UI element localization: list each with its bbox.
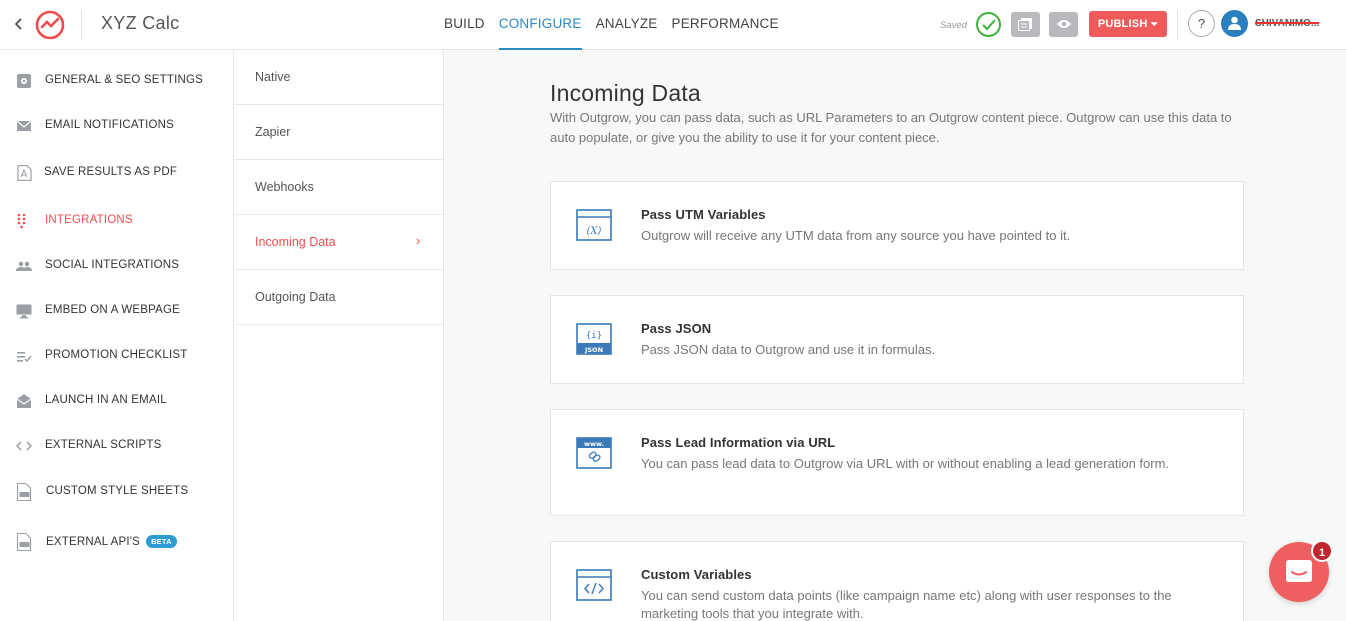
sidebar-item-launch-email[interactable]: LAUNCH IN AN EMAIL bbox=[0, 386, 234, 416]
open-envelope-icon bbox=[16, 394, 32, 408]
page-description: With Outgrow, you can pass data, such as… bbox=[550, 110, 1232, 145]
chevron-down-icon: ⏷ bbox=[1150, 19, 1159, 29]
icon-text: www. bbox=[584, 440, 604, 448]
sidebar-item-custom-style-sheets[interactable]: CUSTOM STYLE SHEETS bbox=[0, 477, 234, 507]
monitor-icon bbox=[16, 304, 32, 319]
sidebar-item-text: EXTERNAL API'S bbox=[46, 536, 141, 548]
sidebar-item-embed-webpage[interactable]: EMBED ON A WEBPAGE bbox=[0, 296, 234, 326]
pages-button[interactable] bbox=[1011, 12, 1040, 37]
main-content: Incoming Data With Outgrow, you can pass… bbox=[445, 50, 1346, 621]
www-link-icon: www. bbox=[576, 437, 612, 469]
page-title: Incoming Data bbox=[550, 80, 701, 106]
sidebar-item-save-pdf[interactable]: SAVE RESULTS AS PDF bbox=[0, 158, 234, 188]
username[interactable]: SHIVANIMO... bbox=[1255, 18, 1319, 29]
sidebar-item-label: EXTERNAL API'S BETA bbox=[46, 535, 177, 548]
sidebar-item-general-seo[interactable]: GENERAL & SEO SETTINGS bbox=[0, 66, 234, 96]
sidebar-item-external-apis[interactable]: EXTERNAL API'S BETA bbox=[0, 527, 234, 557]
chat-icon bbox=[1286, 560, 1312, 582]
settings-icon bbox=[17, 74, 31, 88]
icon-caption: JSON bbox=[584, 346, 603, 354]
card-title: Pass Lead Information via URL bbox=[641, 435, 836, 450]
check-circle-icon bbox=[976, 12, 1001, 37]
dots-grid-icon bbox=[17, 213, 26, 229]
json-icon: {i} JSON bbox=[576, 323, 612, 355]
pdf-icon bbox=[17, 165, 32, 181]
card-pass-utm[interactable]: (X) Pass UTM Variables Outgrow will rece… bbox=[550, 181, 1244, 270]
sidebar-item-label: SOCIAL INTEGRATIONS bbox=[45, 259, 180, 271]
subnav-label: Webhooks bbox=[255, 180, 314, 194]
divider bbox=[81, 10, 82, 40]
sidebar-item-promotion-checklist[interactable]: PROMOTION CHECKLIST bbox=[0, 341, 234, 371]
people-icon bbox=[16, 261, 32, 271]
chevron-right-icon: › bbox=[416, 233, 421, 248]
preview-button[interactable] bbox=[1049, 12, 1078, 37]
sidebar-item-social-integrations[interactable]: SOCIAL INTEGRATIONS bbox=[0, 251, 234, 281]
css-file-icon bbox=[16, 483, 32, 501]
card-description: Pass JSON data to Outgrow and use it in … bbox=[641, 342, 936, 357]
card-custom-variables[interactable]: Custom Variables You can send custom dat… bbox=[550, 541, 1244, 621]
icon-text: (X) bbox=[587, 226, 602, 237]
chevron-left-icon[interactable] bbox=[12, 14, 26, 34]
card-description: You can pass lead data to Outgrow via UR… bbox=[641, 456, 1170, 471]
sidebar-item-integrations[interactable]: INTEGRATIONS bbox=[0, 206, 234, 236]
subnav-item-incoming-data[interactable]: Incoming Data › bbox=[235, 215, 444, 270]
beta-badge: BETA bbox=[146, 535, 177, 548]
subnav-item-outgoing-data[interactable]: Outgoing Data bbox=[235, 270, 444, 325]
code-icon bbox=[16, 441, 32, 451]
subnav-item-native[interactable]: Native bbox=[235, 50, 444, 105]
sidebar-item-label: PROMOTION CHECKLIST bbox=[45, 349, 188, 361]
tab-configure[interactable]: CONFIGURE bbox=[498, 0, 582, 50]
sidebar-item-label: EMBED ON A WEBPAGE bbox=[45, 304, 181, 316]
sidebar-item-email-notifications[interactable]: EMAIL NOTIFICATIONS bbox=[0, 111, 234, 141]
eye-icon bbox=[1057, 20, 1071, 28]
publish-label: PUBLISH bbox=[1097, 18, 1148, 30]
outgrow-logo-icon[interactable] bbox=[33, 8, 67, 42]
card-description: Outgrow will receive any UTM data from a… bbox=[641, 228, 1071, 243]
pages-icon bbox=[1018, 18, 1032, 31]
variable-window-icon: (X) bbox=[576, 209, 612, 241]
tab-analyze[interactable]: ANALYZE bbox=[596, 0, 658, 50]
card-title: Custom Variables bbox=[641, 567, 752, 582]
subnav-item-webhooks[interactable]: Webhooks bbox=[235, 160, 444, 215]
card-title: Pass UTM Variables bbox=[641, 207, 766, 222]
icon-text: {i} bbox=[586, 331, 602, 341]
subnav-item-zapier[interactable]: Zapier bbox=[235, 105, 444, 160]
integrations-subnav: Native Zapier Webhooks Incoming Data › O… bbox=[235, 50, 444, 621]
user-icon bbox=[1228, 16, 1241, 30]
avatar[interactable] bbox=[1221, 10, 1248, 37]
card-pass-lead-url[interactable]: www. Pass Lead Information via URL You c… bbox=[550, 409, 1244, 516]
tab-performance[interactable]: PERFORMANCE bbox=[672, 0, 779, 50]
sidebar-item-label: EMAIL NOTIFICATIONS bbox=[45, 119, 175, 131]
app-title[interactable]: XYZ Calc bbox=[101, 13, 179, 34]
envelope-icon bbox=[16, 120, 32, 131]
card-pass-json[interactable]: {i} JSON Pass JSON Pass JSON data to Out… bbox=[550, 295, 1244, 384]
help-button[interactable]: ? bbox=[1188, 10, 1215, 37]
subnav-label: Incoming Data bbox=[255, 235, 336, 249]
sidebar-item-label: CUSTOM STYLE SHEETS bbox=[46, 485, 189, 497]
sidebar-item-label: GENERAL & SEO SETTINGS bbox=[45, 74, 203, 86]
notification-badge: 1 bbox=[1311, 540, 1333, 562]
divider bbox=[1177, 10, 1178, 40]
settings-sidebar: GENERAL & SEO SETTINGS EMAIL NOTIFICATIO… bbox=[0, 50, 234, 621]
sidebar-item-external-scripts[interactable]: EXTERNAL SCRIPTS bbox=[0, 431, 234, 461]
card-title: Pass JSON bbox=[641, 321, 712, 336]
tab-build[interactable]: BUILD bbox=[444, 0, 485, 50]
api-file-icon bbox=[16, 533, 32, 551]
publish-button[interactable]: PUBLISH ⏷ bbox=[1089, 11, 1167, 37]
top-bar: XYZ Calc BUILD CONFIGURE ANALYZE PERFORM… bbox=[0, 0, 1346, 50]
subnav-label: Outgoing Data bbox=[255, 290, 336, 304]
sidebar-item-label: SAVE RESULTS AS PDF bbox=[44, 166, 178, 178]
code-window-icon bbox=[576, 569, 612, 601]
checklist-icon bbox=[17, 352, 32, 363]
sidebar-item-label: LAUNCH IN AN EMAIL bbox=[45, 394, 167, 406]
sidebar-item-label: INTEGRATIONS bbox=[45, 214, 133, 226]
sidebar-item-label: EXTERNAL SCRIPTS bbox=[45, 439, 162, 451]
main-nav: BUILD CONFIGURE ANALYZE PERFORMANCE bbox=[444, 0, 793, 50]
subnav-label: Zapier bbox=[255, 125, 291, 139]
card-description: You can send custom data points (like ca… bbox=[641, 588, 1172, 621]
subnav-label: Native bbox=[255, 70, 291, 84]
saved-status: Saved bbox=[940, 20, 967, 31]
